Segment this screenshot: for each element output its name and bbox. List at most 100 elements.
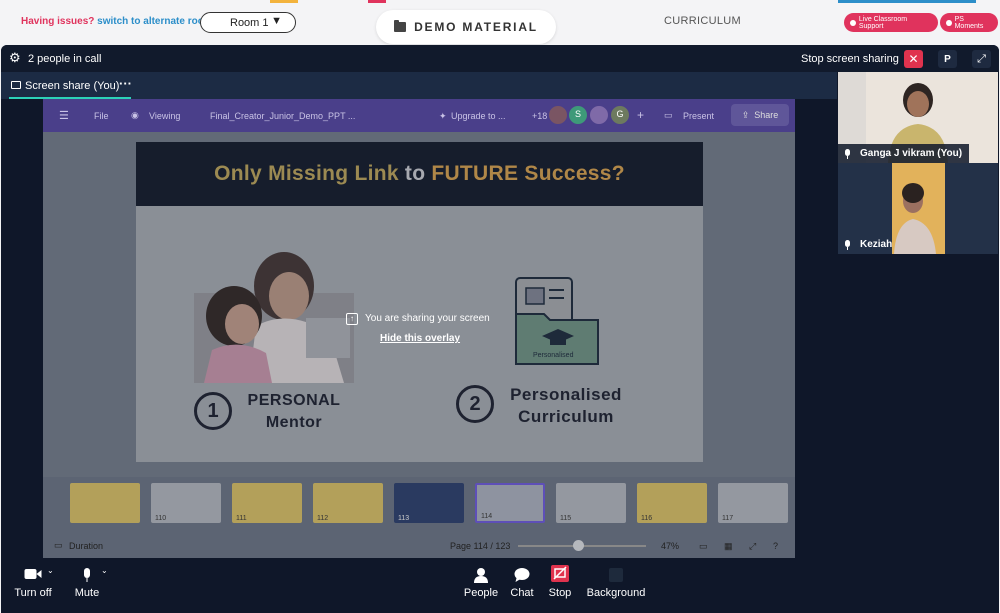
stop-label: Stop [548,587,572,599]
slide-area: Only Missing Link to FUTURE Success? 1 P… [43,132,795,477]
thumbnail-number: 114 [481,513,493,520]
participant-name-tag: Ganga J vikram (You) [838,144,970,163]
fullscreen-icon: ⤢ [749,541,757,551]
chat-icon [514,568,530,582]
accent-stripe [270,0,298,3]
moments-icon [946,19,952,26]
p-button[interactable]: P [938,50,957,68]
item1-text: PERSONAL Mentor [239,390,349,434]
screen-share-tab-label: Screen share (You) [25,80,120,92]
fullscreen-button[interactable]: ⤢ [972,50,991,68]
chat-label: Chat [510,587,534,599]
item1-line1: PERSONAL [247,392,341,409]
help-icon: ? [773,541,779,551]
slide-thumbnail: 117 [718,483,788,523]
issue-notice: Having issues? switch to alternate room [21,16,213,27]
slide-thumbnail [70,483,140,523]
collaborator-count: +18 [532,111,548,121]
notes-icon: ▭ [699,541,708,551]
switch-room-link[interactable]: switch to alternate room [97,16,213,27]
background-icon [609,568,623,582]
accent-stripe [838,0,976,3]
slide-thumbnail: 111 [232,483,302,523]
slide-title-part3: FUTURE Success? [431,162,625,185]
tab-demo-material-label: DEMO MATERIAL [414,20,538,34]
background-button[interactable]: Background [585,558,647,613]
support-icon [850,19,856,26]
background-label: Background [586,587,646,599]
thumbnail-number: 111 [236,515,247,522]
slide-thumbnail: 112 [313,483,383,523]
sharing-message: You are sharing your screen [365,313,490,324]
stop-sharing-control[interactable]: Stop [544,558,576,613]
crown-icon: ✦ [439,111,447,121]
participant-tile-self[interactable]: Ganga J vikram (You) [838,72,998,163]
expand-icon: ⤢ [977,52,986,65]
call-header: ⚙ 2 people in call Stop screen sharing ✕… [1,45,999,72]
zoom-level: 47% [661,541,680,551]
microphone-icon [844,148,851,159]
collaborator-avatar [548,105,568,125]
item2-text: Personalised Curriculum [491,384,641,428]
microphone-icon [844,239,851,250]
item1-line2: Mentor [265,414,323,431]
more-options-icon[interactable]: ··· [119,76,132,91]
eye-icon: ◉ [131,110,139,120]
mute-button[interactable]: Mute [69,558,105,613]
top-bar: Having issues? switch to alternate room … [0,0,1000,46]
item1-number: 1 [194,392,232,430]
item2-line1: Personalised [510,385,622,404]
gear-icon[interactable]: ⚙ [9,51,22,64]
upload-icon: ⇪ [741,109,750,120]
slide-thumbnail: 113 [394,483,464,523]
participant-tile[interactable]: Keziah [838,163,998,254]
thumbnail-number: 113 [398,515,410,522]
stop-share-icon [551,565,569,582]
collaborator-avatar: G [610,105,630,125]
zoom-slider-knob [572,540,584,551]
thumbnail-number: 110 [155,515,167,522]
moments-label: PS Moments [954,15,984,30]
close-icon: ✕ [908,52,919,66]
present-icon: ▭ [664,110,673,120]
slide-thumbnail-selected: 114 [475,483,545,523]
participant-name: Ganga J vikram (You) [860,148,963,159]
duration-label: Duration [69,541,104,551]
slide-thumbnail: 116 [637,483,707,523]
slide-thumbnail: 115 [556,483,626,523]
mic-options-icon[interactable]: ⌄ [101,566,108,575]
thumbnail-number: 117 [722,515,734,522]
participant-name-tag: Keziah [838,235,899,254]
caret-down-icon: ▼ [271,15,282,27]
stop-sharing-button[interactable]: ✕ [904,50,923,68]
ps-moments-button[interactable]: PS Moments [940,13,998,32]
collaborator-avatar: S [568,105,588,125]
slide-title-part1: Only Missing Link [214,162,399,185]
slide-title: Only Missing Link to FUTURE Success? [136,142,703,206]
chat-button[interactable]: Chat [506,558,538,613]
canva-share-label: Share [754,110,779,120]
hide-overlay-link[interactable]: Hide this overlay [380,333,460,344]
upgrade-button: Upgrade to ... [451,111,506,121]
mentor-photo [194,252,354,383]
add-collaborator-icon: + [637,108,645,122]
live-classroom-support-button[interactable]: Live Classroom Support [844,13,938,32]
tab-screen-share[interactable]: Screen share (You) ··· [1,72,837,99]
camera-options-icon[interactable]: ⌄ [47,566,54,575]
tab-curriculum[interactable]: CURRICULUM [664,15,741,27]
room-select[interactable]: Room 1 ▼ [200,12,296,33]
item2-line2: Curriculum [518,407,614,426]
page-indicator: Page 114 / 123 [450,541,511,551]
people-button[interactable]: People [462,558,500,613]
canva-status-bar: ▭ Duration Page 114 / 123 47% ▭ ▦ ⤢ ? [43,532,795,558]
slide-thumbnail: 110 [151,483,221,523]
shared-screen: ☰ File ◉ Viewing Final_Creator_Junior_De… [43,99,795,558]
file-menu: File [94,111,109,121]
stop-sharing-label: Stop screen sharing [801,53,899,65]
folder-label: Personalised [533,352,574,359]
microphone-icon [84,568,90,582]
tab-demo-material[interactable]: DEMO MATERIAL [376,10,556,44]
collaborator-avatar [589,105,609,125]
mute-label: Mute [74,587,100,599]
canva-toolbar: ☰ File ◉ Viewing Final_Creator_Junior_De… [43,99,795,132]
